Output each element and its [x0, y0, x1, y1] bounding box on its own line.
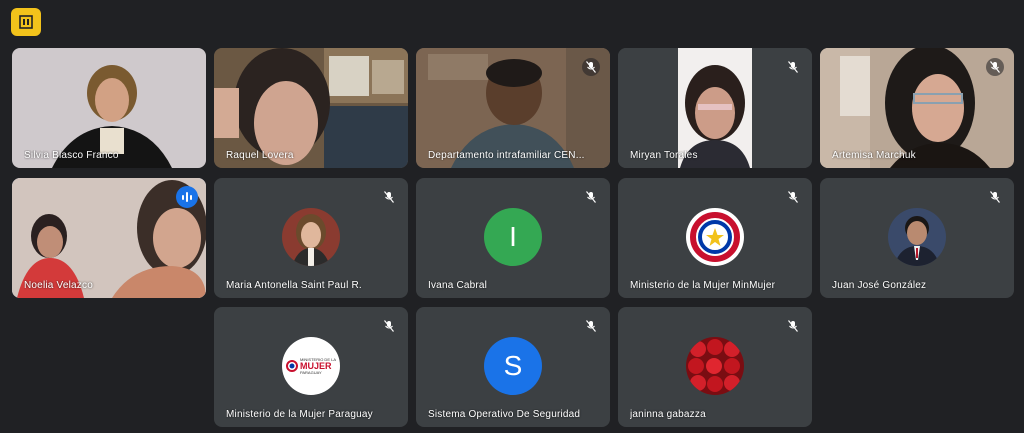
participant-name: Ivana Cabral	[428, 280, 488, 291]
avatar	[888, 208, 946, 266]
avatar	[686, 337, 744, 395]
muted-icon	[784, 188, 802, 206]
ministry-logo-text: MINISTERIO DE LA MUJER PARAGUAY	[299, 356, 336, 375]
participant-tile-departamento[interactable]: Departamento intrafamiliar CEN...	[416, 48, 610, 168]
roses-image	[686, 337, 744, 395]
participant-name: janinna gabazza	[630, 409, 706, 420]
participant-tile-artemisa[interactable]: Artemisa Marchuk	[820, 48, 1014, 168]
participant-tile-sistema-operativo[interactable]: S Sistema Operativo De Seguridad	[416, 307, 610, 427]
participant-tile-silvia[interactable]: Silvia Blasco Franco	[12, 48, 206, 168]
muted-icon	[986, 188, 1004, 206]
avatar: S	[484, 337, 542, 395]
meeting-info-icon	[19, 15, 33, 29]
participant-name: Miryan Torales	[630, 150, 698, 161]
participant-name: Juan José González	[832, 280, 927, 291]
participant-tile-raquel[interactable]: Raquel Lovera	[214, 48, 408, 168]
participant-tile-janinna[interactable]: janinna gabazza	[618, 307, 812, 427]
participant-tile-miryan[interactable]: Miryan Torales	[618, 48, 812, 168]
participant-name: Ministerio de la Mujer MinMujer	[630, 280, 776, 291]
muted-icon	[380, 188, 398, 206]
muted-icon	[582, 317, 600, 335]
participant-tile-noelia[interactable]: Noelia Velazco	[12, 178, 206, 298]
muted-icon	[784, 317, 802, 335]
participant-tile-maria-antonella[interactable]: Maria Antonella Saint Paul R.	[214, 178, 408, 298]
muted-icon	[784, 58, 802, 76]
participant-name: Departamento intrafamiliar CEN...	[428, 150, 585, 161]
participant-name: Sistema Operativo De Seguridad	[428, 409, 581, 420]
participant-tile-ministerio-paraguay[interactable]: MINISTERIO DE LA MUJER PARAGUAY Minister…	[214, 307, 408, 427]
muted-icon	[380, 317, 398, 335]
avatar-initial: I	[509, 221, 517, 252]
participant-name: Artemisa Marchuk	[832, 150, 916, 161]
muted-icon	[986, 58, 1004, 76]
participant-tile-minmujer[interactable]: Ministerio de la Mujer MinMujer	[618, 178, 812, 298]
avatar	[282, 208, 340, 266]
participant-tile-ivana[interactable]: I Ivana Cabral	[416, 178, 610, 298]
avatar: I	[484, 208, 542, 266]
participant-name: Ministerio de la Mujer Paraguay	[226, 409, 373, 420]
participant-name: Raquel Lovera	[226, 150, 294, 161]
participant-name: Maria Antonella Saint Paul R.	[226, 280, 362, 291]
muted-icon	[582, 58, 600, 76]
muted-icon	[582, 188, 600, 206]
participant-name: Silvia Blasco Franco	[24, 150, 119, 161]
ministry-logo-icon	[690, 212, 740, 262]
avatar: MINISTERIO DE LA MUJER PARAGUAY	[282, 337, 340, 395]
avatar	[686, 208, 744, 266]
avatar-initial: S	[503, 350, 523, 381]
participant-name: Noelia Velazco	[24, 280, 93, 291]
speaking-indicator-icon	[176, 186, 198, 208]
meeting-info-button[interactable]	[11, 8, 41, 36]
participant-tile-juan-jose[interactable]: Juan José González	[820, 178, 1014, 298]
ministry-seal-icon	[285, 360, 298, 372]
